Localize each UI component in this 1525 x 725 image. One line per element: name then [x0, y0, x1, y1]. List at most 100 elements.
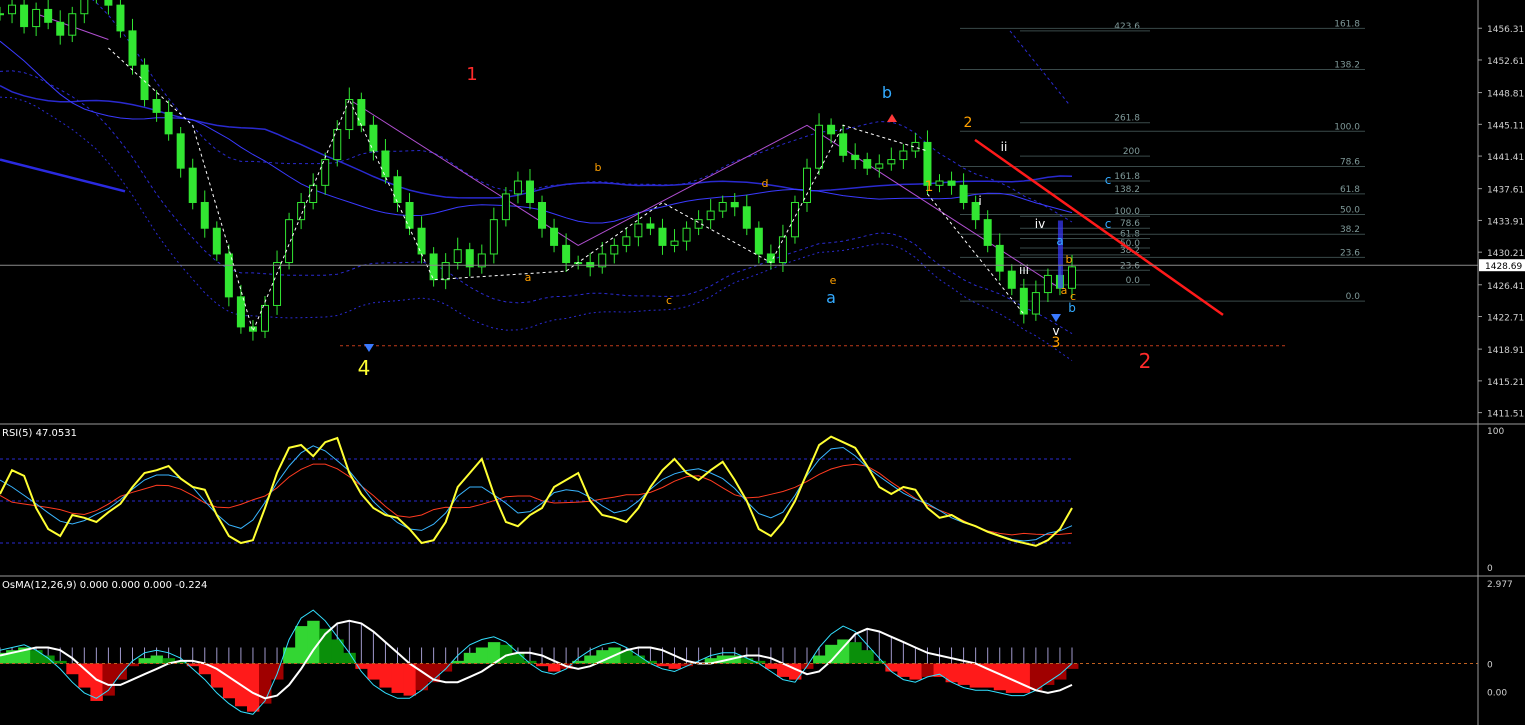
- wave-label: e: [830, 274, 837, 287]
- candle-body: [959, 184, 968, 203]
- price-tick-label: 1441.41: [1487, 153, 1524, 163]
- osma-histogram-bar: [957, 663, 971, 685]
- candle-body: [260, 304, 269, 332]
- fib-left-label: 23.6: [1120, 261, 1140, 271]
- trading-chart[interactable]: 423.6261.8200161.8138.2100.078.661.850.0…: [0, 0, 1525, 725]
- candle-body: [562, 244, 571, 264]
- osma-histogram-bar: [861, 650, 874, 664]
- candle-body: [357, 99, 366, 126]
- candle-body: [839, 133, 848, 156]
- wave-label: i: [978, 194, 981, 208]
- candle-body: [369, 124, 378, 152]
- candle-body: [44, 8, 53, 23]
- candle-body: [682, 227, 691, 242]
- osma-histogram-bar: [632, 655, 645, 664]
- osma-title: OsMA(12,26,9) 0.000 0.000 0.000 -0.224: [2, 580, 207, 591]
- candle-body: [297, 201, 306, 221]
- wave-label: 1: [925, 179, 934, 195]
- osma-histogram-bar: [740, 658, 754, 664]
- osma-histogram-bar: [343, 652, 356, 664]
- price-tick-label: 1437.61: [1487, 186, 1524, 196]
- candle-body: [104, 0, 113, 6]
- price-tick-label: 1430.21: [1487, 249, 1524, 259]
- osma-histogram-bar: [391, 663, 404, 693]
- price-tick-label: 1415.21: [1487, 378, 1524, 388]
- price-tick-label: 1426.41: [1487, 282, 1524, 292]
- candle-body: [815, 124, 824, 169]
- fib-right-label: 23.6: [1340, 248, 1360, 258]
- candle-body: [803, 167, 812, 203]
- candle-body: [983, 219, 992, 246]
- fib-left-label: 100.0: [1114, 207, 1140, 217]
- candle-body: [851, 154, 860, 161]
- price-tick-label: 1456.31: [1487, 25, 1524, 35]
- osma-tick-label: 0: [1487, 661, 1493, 671]
- osma-tick-label: 0.00: [1487, 689, 1507, 699]
- candle-body: [236, 296, 245, 328]
- price-tick-label: 1433.91: [1487, 217, 1524, 227]
- osma-histogram-bar: [102, 663, 115, 696]
- candle-body: [309, 184, 318, 203]
- candle-body: [501, 193, 510, 221]
- osma-histogram-bar: [921, 663, 934, 677]
- wave-label: 1: [466, 64, 477, 85]
- wave-label: c: [1105, 217, 1112, 231]
- candle-body: [730, 201, 739, 208]
- candle-body: [875, 163, 884, 169]
- candle-body: [0, 13, 4, 16]
- candle-body: [285, 219, 294, 264]
- rsi-tick-label: 100: [1487, 427, 1504, 437]
- candle-body: [658, 227, 667, 246]
- candle-body: [1043, 274, 1052, 294]
- osma-histogram-bar: [668, 663, 681, 669]
- candle-body: [1019, 287, 1028, 315]
- osma-histogram-bar: [379, 663, 392, 688]
- osma-histogram-bar: [114, 663, 127, 680]
- wave-label: b: [1066, 253, 1073, 266]
- osma-histogram-bar: [548, 663, 561, 672]
- fib-left-label: 200: [1123, 147, 1140, 157]
- candle-body: [1031, 292, 1040, 315]
- candle-body: [489, 219, 498, 255]
- candle-body: [20, 4, 29, 28]
- fib-right-label: 50.0: [1340, 206, 1360, 216]
- price-tick-label: 1452.61: [1487, 57, 1524, 67]
- candle-body: [538, 201, 547, 229]
- candle-body: [634, 223, 643, 238]
- candle-body: [8, 4, 17, 15]
- candle-body: [393, 176, 402, 203]
- candle-body: [405, 201, 414, 229]
- candle-body: [381, 150, 390, 178]
- candle-body: [863, 159, 872, 169]
- fib-right-label: 161.8: [1334, 19, 1360, 29]
- osma-histogram-bar: [1066, 663, 1079, 669]
- fib-right-label: 138.2: [1334, 60, 1360, 70]
- wave-label: a: [826, 288, 836, 307]
- candle-body: [417, 227, 426, 255]
- chart-background: [0, 0, 1525, 725]
- osma-histogram-bar: [1017, 663, 1031, 693]
- osma-histogram-bar: [475, 647, 489, 664]
- osma-tick-label: 2.977: [1487, 580, 1513, 590]
- candle-body: [899, 150, 908, 161]
- rsi-tick-label: 0: [1487, 564, 1493, 574]
- candle-body: [706, 210, 715, 221]
- price-tick-label: 1422.71: [1487, 314, 1524, 324]
- osma-histogram-bar: [439, 663, 453, 672]
- candle-body: [453, 249, 462, 264]
- candle-body: [670, 240, 679, 246]
- rsi-title: RSI(5) 47.0531: [2, 428, 77, 439]
- candle-body: [550, 227, 559, 246]
- osma-histogram-bar: [584, 655, 597, 664]
- candle-body: [995, 244, 1004, 272]
- candle-body: [742, 206, 751, 229]
- price-tick-label: 1411.51: [1487, 410, 1524, 420]
- candle-body: [646, 223, 655, 229]
- price-tick-label: 1418.91: [1487, 346, 1524, 356]
- last-bar-highlight: [1057, 220, 1063, 289]
- wave-label: b: [1068, 301, 1076, 315]
- candle-body: [935, 180, 944, 186]
- candle-body: [140, 64, 149, 101]
- candle-body: [1068, 266, 1076, 289]
- candle-body: [164, 111, 173, 135]
